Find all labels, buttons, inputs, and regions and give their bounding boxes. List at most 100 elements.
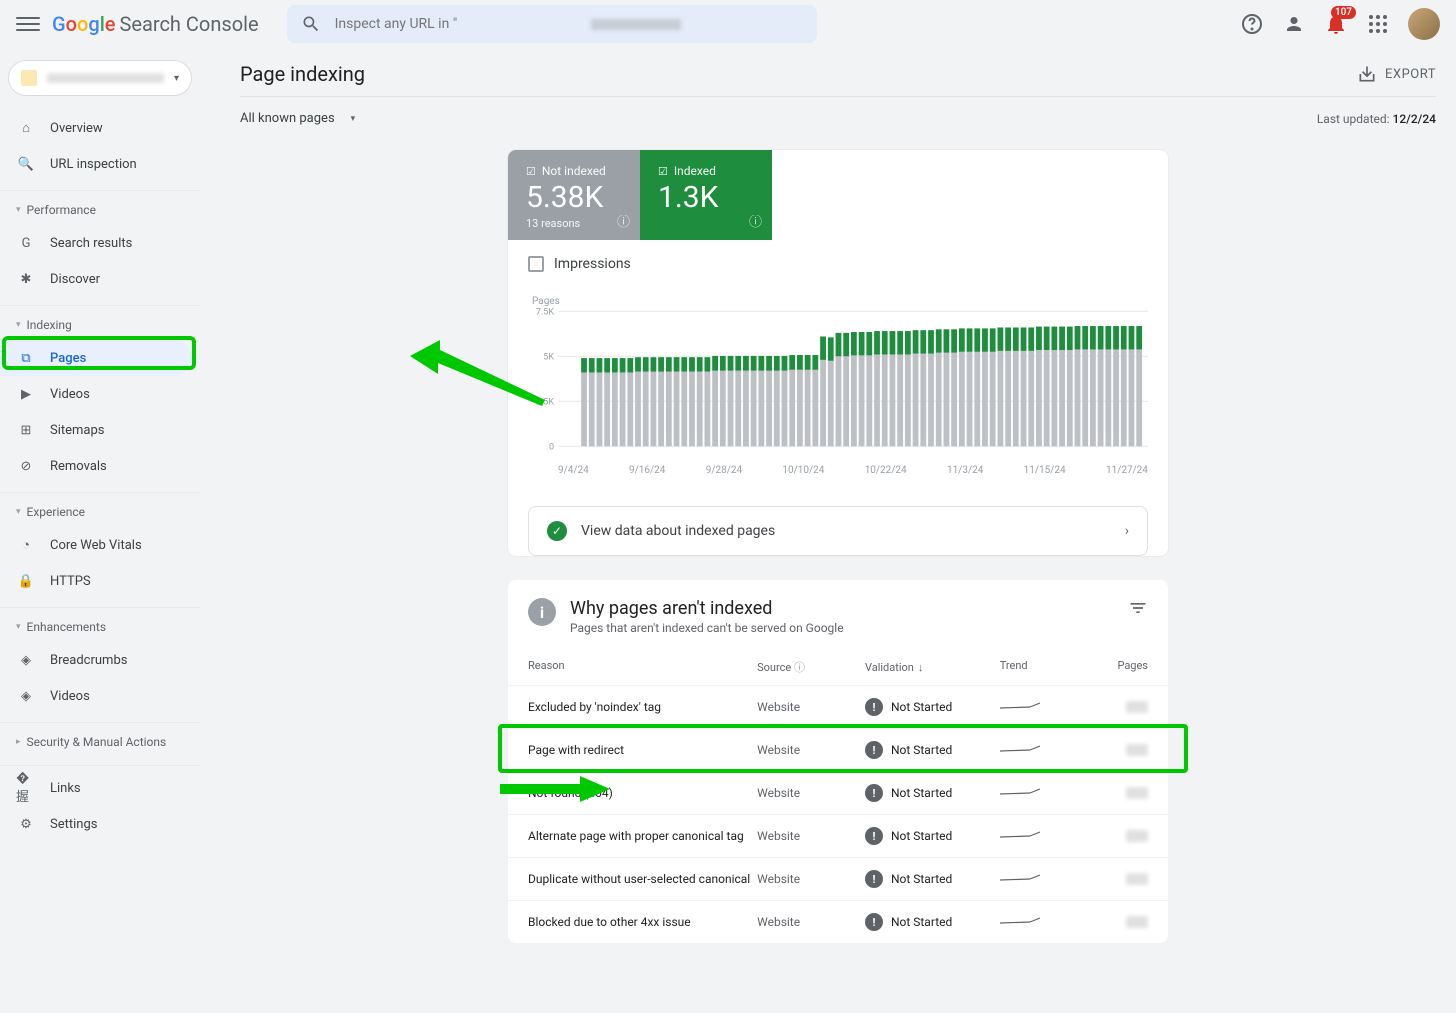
- col-trend[interactable]: Trend: [1000, 659, 1081, 675]
- cell-source: Website: [757, 700, 865, 714]
- google-icon: G: [16, 233, 36, 253]
- indexing-chart-card: Not indexed 5.38K 13 reasons ⓘ Indexed 1…: [508, 150, 1168, 556]
- discover-icon: ✱: [16, 269, 36, 289]
- sidebar-item-search-results[interactable]: GSearch results: [0, 225, 192, 261]
- sidebar-item-overview[interactable]: ⌂Overview: [0, 110, 192, 146]
- sidebar-item-enh-videos[interactable]: ◈Videos: [0, 678, 192, 714]
- cell-trend: [1000, 785, 1081, 802]
- property-name-redacted: [47, 73, 164, 83]
- sidebar-item-url-inspection[interactable]: 🔍 URL inspection: [0, 146, 192, 182]
- users-icon[interactable]: [1282, 12, 1306, 36]
- help-icon[interactable]: ⓘ: [749, 211, 762, 230]
- search-icon: 🔍: [16, 154, 36, 174]
- view-link-label: View data about indexed pages: [581, 523, 775, 539]
- cell-pages: [1081, 701, 1148, 713]
- chart-y-label: Pages: [532, 296, 1148, 307]
- view-indexed-pages-link[interactable]: ✓ View data about indexed pages ›: [528, 506, 1148, 556]
- help-icon[interactable]: ⓘ: [617, 211, 630, 230]
- cell-trend: [1000, 699, 1081, 716]
- sidebar-item-sitemaps[interactable]: ⊞Sitemaps: [0, 412, 192, 448]
- cell-validation: !Not Started: [865, 698, 1000, 716]
- cell-source: Website: [757, 915, 865, 929]
- impressions-toggle[interactable]: Impressions: [508, 240, 1168, 288]
- video-icon: ◈: [16, 686, 36, 706]
- chart-x-axis: 9/4/249/16/249/28/2410/10/2410/22/2411/3…: [528, 461, 1148, 476]
- link-icon: �握: [16, 778, 36, 798]
- sidebar-section-indexing[interactable]: Indexing: [0, 310, 200, 340]
- menu-icon[interactable]: [16, 12, 40, 36]
- cell-trend: [1000, 914, 1081, 931]
- col-validation[interactable]: Validation↓: [865, 659, 1000, 675]
- sidebar-item-removals[interactable]: ⊘Removals: [0, 448, 192, 484]
- check-icon: ✓: [547, 521, 567, 541]
- col-pages[interactable]: Pages: [1081, 659, 1148, 675]
- cell-pages: [1081, 787, 1148, 799]
- cell-reason: Duplicate without user-selected canonica…: [528, 872, 757, 886]
- url-inspect-search[interactable]: [287, 5, 817, 43]
- sidebar-item-https[interactable]: 🔒 HTTPS: [0, 563, 192, 599]
- cell-source: Website: [757, 872, 865, 886]
- tile-value: 5.38K: [526, 180, 622, 215]
- reasons-title: Why pages aren't indexed: [570, 598, 844, 619]
- property-selector[interactable]: ▾: [8, 60, 192, 96]
- cell-reason: Page with redirect: [528, 743, 757, 757]
- chevron-right-icon: ›: [1125, 523, 1129, 539]
- sidebar-item-cwv[interactable]: ◔Core Web Vitals: [0, 527, 192, 563]
- avatar[interactable]: [1408, 8, 1440, 40]
- tile-not-indexed[interactable]: Not indexed 5.38K 13 reasons ⓘ: [508, 150, 640, 240]
- annotation-arrow: [500, 774, 610, 804]
- table-row[interactable]: Alternate page with proper canonical tag…: [508, 814, 1168, 857]
- sidebar-section-enhancements[interactable]: Enhancements: [0, 612, 200, 642]
- cell-validation: !Not Started: [865, 784, 1000, 802]
- product-name: Search Console: [120, 12, 259, 36]
- download-icon: [1357, 64, 1377, 84]
- sidebar-item-label: Videos: [50, 387, 90, 402]
- sidebar-item-label: Pages: [50, 351, 86, 366]
- table-row[interactable]: Duplicate without user-selected canonica…: [508, 857, 1168, 900]
- cell-pages: [1081, 916, 1148, 928]
- export-label: EXPORT: [1385, 67, 1436, 82]
- col-source[interactable]: Source ⓘ: [757, 659, 865, 675]
- table-row[interactable]: Page with redirect Website !Not Started: [508, 728, 1168, 771]
- sidebar-section-performance[interactable]: Performance: [0, 195, 200, 225]
- cell-pages: [1081, 873, 1148, 885]
- lock-icon: 🔒: [16, 571, 36, 591]
- sidebar-section-experience[interactable]: Experience: [0, 497, 200, 527]
- help-icon[interactable]: ⓘ: [794, 661, 805, 674]
- notifications-icon[interactable]: 107: [1324, 12, 1348, 36]
- cell-validation: !Not Started: [865, 741, 1000, 759]
- sidebar-item-label: HTTPS: [50, 574, 91, 589]
- apps-icon[interactable]: [1366, 12, 1390, 36]
- cell-trend: [1000, 871, 1081, 888]
- search-icon: [301, 14, 321, 34]
- product-logo[interactable]: Google Search Console: [52, 12, 259, 36]
- cell-trend: [1000, 828, 1081, 845]
- sidebar-item-breadcrumbs[interactable]: ◈ Breadcrumbs: [0, 642, 192, 678]
- page-filter-dropdown[interactable]: All known pages: [240, 111, 355, 126]
- export-button[interactable]: EXPORT: [1357, 64, 1436, 84]
- filter-icon[interactable]: [1128, 598, 1148, 635]
- sidebar-item-label: Breadcrumbs: [50, 653, 127, 668]
- sidebar-item-videos[interactable]: ▶Videos: [0, 376, 192, 412]
- sidebar-item-settings[interactable]: ⚙Settings: [0, 806, 192, 842]
- sidebar-item-label: URL inspection: [50, 157, 137, 172]
- sitemap-icon: ⊞: [16, 420, 36, 440]
- help-icon[interactable]: [1240, 12, 1264, 36]
- breadcrumb-icon: ◈: [16, 650, 36, 670]
- table-row[interactable]: Blocked due to other 4xx issue Website !…: [508, 900, 1168, 943]
- table-row[interactable]: Excluded by 'noindex' tag Website !Not S…: [508, 685, 1168, 728]
- sidebar-item-discover[interactable]: ✱Discover: [0, 261, 192, 297]
- pages-icon: ⧉: [16, 348, 36, 368]
- info-icon: i: [528, 598, 556, 626]
- sidebar-item-pages[interactable]: ⧉ Pages: [0, 340, 192, 376]
- svg-text:7.5K: 7.5K: [536, 307, 554, 318]
- sidebar-section-security[interactable]: Security & Manual Actions: [0, 727, 200, 757]
- cell-reason: Alternate page with proper canonical tag: [528, 829, 757, 843]
- sidebar-item-links[interactable]: �握Links: [0, 770, 192, 806]
- sidebar-item-label: Core Web Vitals: [50, 538, 142, 553]
- cell-trend: [1000, 742, 1081, 759]
- checkbox-icon[interactable]: [528, 256, 544, 272]
- col-reason[interactable]: Reason: [528, 659, 757, 675]
- search-input[interactable]: [335, 16, 837, 32]
- tile-indexed[interactable]: Indexed 1.3K ⓘ: [640, 150, 772, 240]
